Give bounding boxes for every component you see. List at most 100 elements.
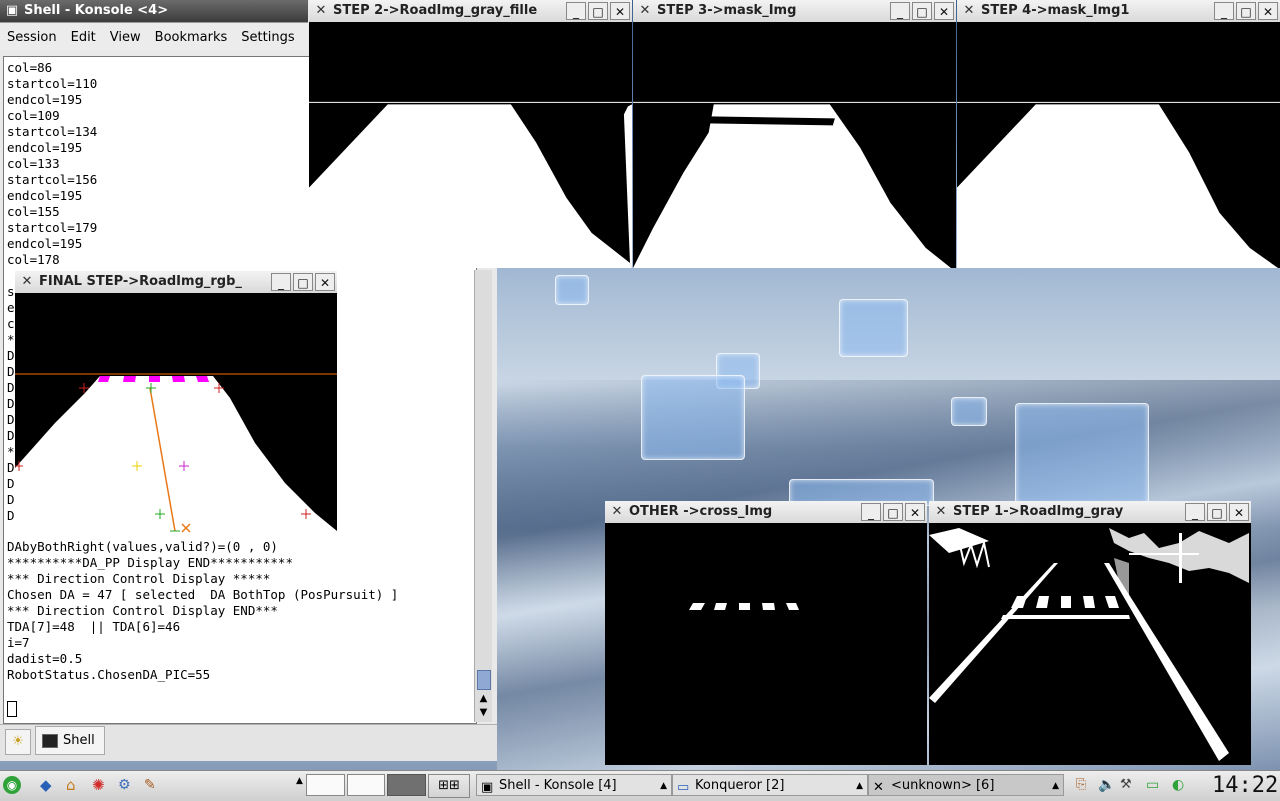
step1-title: STEP 1->RoadImg_gray — [953, 504, 1124, 519]
close-button[interactable]: ✕ — [934, 2, 954, 20]
terminal-line: startcol=156 — [7, 172, 98, 187]
menu-settings[interactable]: Settings — [234, 30, 301, 45]
maximize-button[interactable]: □ — [1236, 2, 1256, 20]
task-unknown-label: <unknown> [6] — [891, 778, 995, 793]
terminal-line: startcol=110 — [7, 76, 98, 91]
wallpaper-glass-square — [1015, 403, 1149, 505]
terminal-line-fragment: D — [7, 492, 15, 507]
editor-icon[interactable]: ✎ — [144, 776, 162, 794]
step2-title: STEP 2->RoadImg_gray_fille — [333, 3, 538, 18]
terminal-line-fragment: D — [7, 508, 15, 523]
k-menu-icon[interactable]: ◉ — [3, 776, 21, 794]
minimize-button[interactable]: _ — [1185, 503, 1205, 521]
network-icon[interactable]: ⚒ — [1120, 776, 1138, 794]
other-titlebar[interactable]: ✕ OTHER ->cross_Img _ □ ✕ — [605, 501, 927, 524]
x-app-icon: ✕ — [935, 504, 947, 519]
desktop-2[interactable] — [346, 774, 386, 796]
pager[interactable] — [306, 774, 427, 796]
step1-window[interactable]: ✕ STEP 1->RoadImg_gray _ □ ✕ — [929, 501, 1251, 765]
minimize-button[interactable]: _ — [861, 503, 881, 521]
terminal-line-fragment: D — [7, 460, 15, 475]
taskbar-scroll-left[interactable]: ▲ — [296, 776, 303, 786]
step2-titlebar[interactable]: ✕ STEP 2->RoadImg_gray_fille _ □ ✕ — [309, 0, 632, 23]
konsole-titlebar[interactable]: ▣ Shell - Konsole <4> — [0, 0, 308, 23]
maximize-button[interactable]: □ — [912, 2, 932, 20]
maximize-button[interactable]: □ — [588, 2, 608, 20]
konsole-menubar: Session Edit View Bookmarks Settings Hel — [0, 23, 330, 51]
terminal-line-fragment: D — [7, 396, 15, 411]
tab-shell[interactable]: Shell — [35, 726, 105, 755]
volume-icon[interactable]: 🔈 — [1098, 776, 1116, 794]
other-window[interactable]: ✕ OTHER ->cross_Img _ □ ✕ — [605, 501, 927, 765]
power-icon[interactable]: ◐ — [1172, 776, 1190, 794]
terminal-line: endcol=195 — [7, 236, 83, 251]
window-list-icon[interactable]: ⊞⊞ — [428, 774, 470, 798]
maximize-button[interactable]: □ — [293, 273, 313, 291]
minimize-button[interactable]: _ — [1214, 2, 1234, 20]
scroll-up-arrow[interactable]: ▲ — [477, 692, 490, 705]
terminal-line: endcol=195 — [7, 92, 83, 107]
close-button[interactable]: ✕ — [1229, 503, 1249, 521]
desktop-1[interactable] — [306, 774, 345, 796]
menu-view[interactable]: View — [103, 30, 148, 45]
minimize-button[interactable]: _ — [566, 2, 586, 20]
scroll-down-arrow[interactable]: ▼ — [477, 706, 490, 719]
home-folder-icon[interactable]: ⌂ — [66, 776, 84, 794]
desktop-3[interactable] — [387, 774, 427, 796]
konsole-app-icon: ▣ — [5, 3, 19, 18]
show-desktop-icon[interactable]: ◆ — [40, 776, 58, 794]
clock[interactable]: 14:22 — [1212, 773, 1278, 799]
final-step-window[interactable]: ✕ FINAL STEP->RoadImg_rgb_ _ □ ✕ — [15, 271, 337, 539]
task-button-konsole[interactable]: ▣ Shell - Konsole [4] ▲ — [476, 774, 672, 796]
terminal-line-fragment: D — [7, 364, 15, 379]
step3-titlebar[interactable]: ✕ STEP 3->mask_Img _ □ ✕ — [633, 0, 956, 23]
menu-session[interactable]: Session — [0, 30, 64, 45]
task-button-konqueror[interactable]: ▭ Konqueror [2] ▲ — [672, 774, 868, 796]
terminal-line-fragment: D — [7, 428, 15, 443]
step3-title: STEP 3->mask_Img — [657, 3, 797, 18]
wallpaper-glass-square — [839, 299, 908, 357]
terminal-cursor — [7, 701, 17, 717]
step2-window[interactable]: ✕ STEP 2->RoadImg_gray_fille _ □ ✕ — [309, 0, 632, 268]
terminal-line-fragment: D — [7, 476, 15, 491]
terminal-line: col=133 — [7, 156, 60, 171]
maximize-button[interactable]: □ — [883, 503, 903, 521]
step4-title: STEP 4->mask_Img1 — [981, 3, 1130, 18]
maximize-button[interactable]: □ — [1207, 503, 1227, 521]
close-button[interactable]: ✕ — [1258, 2, 1278, 20]
terminal-line: *** Direction Control Display END*** — [7, 603, 278, 618]
menu-bookmarks[interactable]: Bookmarks — [148, 30, 235, 45]
step1-image — [929, 523, 1251, 765]
terminal-line: startcol=179 — [7, 220, 98, 235]
step4-window[interactable]: ✕ STEP 4->mask_Img1 _ □ ✕ — [957, 0, 1280, 268]
terminal-line: i=7 — [7, 635, 30, 650]
terminal-scrollbar[interactable]: ▲ ▼ — [474, 270, 492, 722]
step3-window[interactable]: ✕ STEP 3->mask_Img _ □ ✕ — [633, 0, 956, 268]
konsole-tabbar: ☀ Shell — [0, 724, 497, 761]
close-button[interactable]: ✕ — [610, 2, 630, 20]
minimize-button[interactable]: _ — [890, 2, 910, 20]
new-session-icon[interactable]: ☀ — [5, 729, 31, 755]
control-center-icon[interactable]: ⚙ — [118, 776, 136, 794]
help-lifebuoy-icon[interactable]: ✺ — [92, 776, 110, 794]
task-konqueror-label: Konqueror [2] — [695, 778, 785, 793]
minimize-button[interactable]: _ — [271, 273, 291, 291]
klipper-icon[interactable]: ⎘ — [1076, 776, 1092, 794]
tab-shell-label: Shell — [63, 733, 95, 748]
battery-icon[interactable]: ▭ — [1146, 776, 1166, 794]
step1-titlebar[interactable]: ✕ STEP 1->RoadImg_gray _ □ ✕ — [929, 501, 1251, 524]
step4-titlebar[interactable]: ✕ STEP 4->mask_Img1 _ □ ✕ — [957, 0, 1280, 23]
chevron-up-icon: ▲ — [856, 781, 863, 791]
step4-image — [957, 22, 1280, 268]
terminal-line-fragment: e — [7, 300, 15, 315]
close-button[interactable]: ✕ — [315, 273, 335, 291]
task-button-unknown[interactable]: ✕ <unknown> [6] ▲ — [868, 774, 1064, 796]
menu-edit[interactable]: Edit — [64, 30, 103, 45]
close-button[interactable]: ✕ — [905, 503, 925, 521]
x-app-icon: ✕ — [963, 3, 975, 18]
terminal-line: endcol=195 — [7, 188, 83, 203]
scrollbar-thumb[interactable] — [477, 670, 491, 690]
final-step-titlebar[interactable]: ✕ FINAL STEP->RoadImg_rgb_ _ □ ✕ — [15, 271, 337, 294]
shell-tab-icon — [42, 733, 58, 748]
terminal-line: DAbyBothRight(values,valid?)=(0 , 0) — [7, 539, 278, 554]
